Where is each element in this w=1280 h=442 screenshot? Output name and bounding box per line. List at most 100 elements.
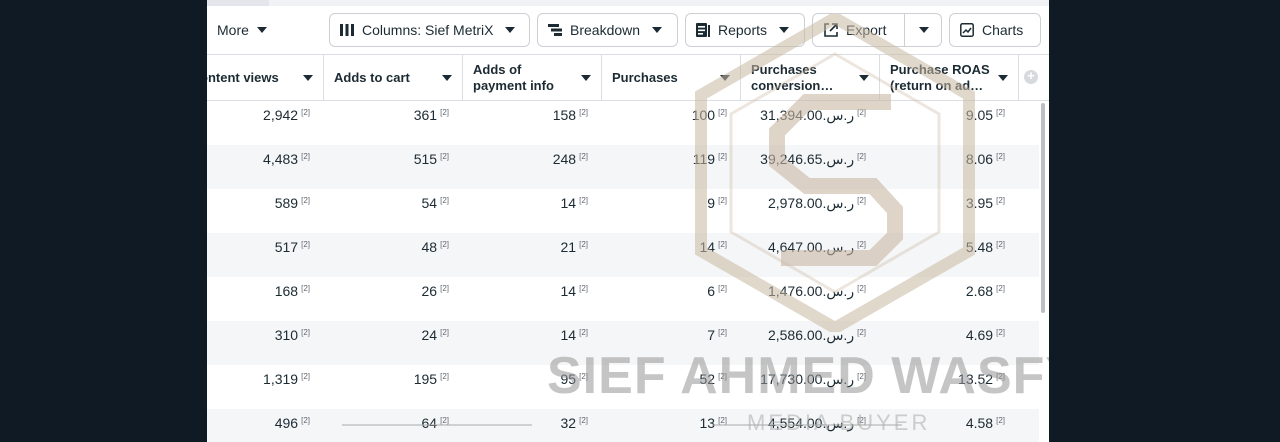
export-button[interactable]: Export <box>813 14 904 46</box>
cell-content-views: 2,942 [2] <box>207 101 324 145</box>
footnote-marker[interactable]: [2] <box>301 240 310 249</box>
footnote-marker[interactable]: [2] <box>996 328 1005 337</box>
watermark-rule-left <box>342 424 532 426</box>
footnote-marker[interactable]: [2] <box>718 108 727 117</box>
footnote-marker[interactable]: [2] <box>440 240 449 249</box>
column-header-adds-to-cart[interactable]: Adds to cart <box>324 55 463 101</box>
toolbar: More Columns: Sief MetriX Breakdown Repo… <box>207 6 1049 54</box>
table-row[interactable]: 310 [2] 24 [2] 14 [2] 7 [2] ر.س.2,586.00 [2] 4.69[… <box>207 321 1039 365</box>
cell-purchase-roas: 3.95 [2] <box>880 189 1019 233</box>
table-row[interactable]: 168 [2] 26 [2] 14 [2] 6 [2] ر.س.1,476.00 [2] 2.68[… <box>207 277 1039 321</box>
cell-purchase-roas: 13.52 [2] <box>880 365 1019 409</box>
footnote-marker[interactable]: [2] <box>301 372 310 381</box>
sort-chevron-icon <box>303 75 313 81</box>
footnote-marker[interactable]: [2] <box>301 196 310 205</box>
footnote-marker[interactable]: [2] <box>301 108 310 117</box>
cell-purchase-roas: 4.69 [2] <box>880 321 1019 365</box>
footnote-marker[interactable]: [2] <box>579 328 588 337</box>
footnote-marker[interactable]: [2] <box>857 240 866 249</box>
footnote-marker[interactable]: [2] <box>579 372 588 381</box>
footnote-marker[interactable]: [2] <box>857 372 866 381</box>
cell-value: 52 <box>699 371 716 387</box>
footnote-marker[interactable]: [2] <box>718 240 727 249</box>
footnote-marker[interactable]: [2] <box>718 152 727 161</box>
footnote-marker[interactable]: [2] <box>579 196 588 205</box>
footnote-marker[interactable]: [2] <box>996 196 1005 205</box>
cell-adds-to-cart: 195 [2] <box>324 365 463 409</box>
footnote-marker[interactable]: [2] <box>718 328 727 337</box>
export-options-button[interactable] <box>905 14 942 46</box>
column-header-content-views[interactable]: ontent views <box>207 55 324 101</box>
chevron-down-icon <box>256 27 267 33</box>
table-row[interactable]: 517 [2] 48 [2] 21 [2] 14 [2] ر.س.4,647.00 [2] 5.48… <box>207 233 1039 277</box>
footnote-marker[interactable]: [2] <box>301 328 310 337</box>
footnote-marker[interactable]: [2] <box>440 284 449 293</box>
cell-value: 64 <box>421 415 438 431</box>
footnote-marker[interactable]: [2] <box>996 372 1005 381</box>
breakdown-button[interactable]: Breakdown <box>537 13 678 47</box>
footnote-marker[interactable]: [2] <box>440 108 449 117</box>
sort-chevron-icon <box>720 75 730 81</box>
footnote-marker[interactable]: [2] <box>996 152 1005 161</box>
columns-button[interactable]: Columns: Sief MetriX <box>329 13 530 47</box>
table-row[interactable]: 4,483 [2] 515 [2] 248 [2] 119 [2] ر.س.39,246.65[… <box>207 145 1039 189</box>
cell-value: 2,942 <box>263 107 299 123</box>
footnote-marker[interactable]: [2] <box>996 108 1005 117</box>
footnote-marker[interactable]: [2] <box>579 284 588 293</box>
column-header-purchase-roas[interactable]: Purchase ROAS (return on ad… <box>880 55 1019 101</box>
cell-adds-payment-info: 14 [2] <box>463 321 602 365</box>
footnote-marker[interactable]: [2] <box>718 372 727 381</box>
footnote-marker[interactable]: [2] <box>440 328 449 337</box>
footnote-marker[interactable]: [2] <box>857 328 866 337</box>
footnote-marker[interactable]: [2] <box>996 240 1005 249</box>
cell-purchases: 7 [2] <box>602 321 741 365</box>
footnote-marker[interactable]: [2] <box>718 196 727 205</box>
footnote-marker[interactable]: [2] <box>579 240 588 249</box>
footnote-marker[interactable]: [2] <box>440 372 449 381</box>
column-header-adds-payment-info[interactable]: Adds of payment info <box>463 55 602 101</box>
footnote-marker[interactable]: [2] <box>857 196 866 205</box>
cell-value: 95 <box>560 371 577 387</box>
footnote-marker[interactable]: [2] <box>301 152 310 161</box>
footnote-marker[interactable]: [2] <box>301 284 310 293</box>
cell-purchases-conversion: ر.س.1,476.00 [2] <box>741 277 880 321</box>
footnote-marker[interactable]: [2] <box>301 416 310 425</box>
reports-button[interactable]: Reports <box>685 13 805 47</box>
vertical-scrollbar[interactable] <box>1041 103 1045 313</box>
column-header-purchases[interactable]: Purchases <box>602 55 741 101</box>
cell-value: 48 <box>421 239 438 255</box>
export-split-button: Export <box>812 13 942 47</box>
cell-value: 2.68 <box>965 283 994 299</box>
cell-adds-payment-info: 21 [2] <box>463 233 602 277</box>
ads-manager-panel: More Columns: Sief MetriX Breakdown Repo… <box>207 0 1049 442</box>
footnote-marker[interactable]: [2] <box>857 152 866 161</box>
footnote-marker[interactable]: [2] <box>718 284 727 293</box>
table-row[interactable]: 2,942 [2] 361 [2] 158 [2] 100 [2] ر.س.31,394.00[… <box>207 101 1039 145</box>
cell-adds-to-cart: 361 [2] <box>324 101 463 145</box>
footnote-marker[interactable]: [2] <box>579 108 588 117</box>
footnote-marker[interactable]: [2] <box>857 108 866 117</box>
add-column-icon[interactable] <box>1024 68 1038 84</box>
footnote-marker[interactable]: [2] <box>440 196 449 205</box>
table-row[interactable]: 589 [2] 54 [2] 14 [2] 9 [2] ر.س.2,978.00 [2] 3.95[… <box>207 189 1039 233</box>
charts-button[interactable]: Charts <box>949 13 1041 47</box>
cell-value: 361 <box>413 107 438 123</box>
cell-adds-payment-info: 158 [2] <box>463 101 602 145</box>
cell-purchases: 6 [2] <box>602 277 741 321</box>
chart-icon <box>960 23 974 37</box>
cell-adds-payment-info: 14 [2] <box>463 277 602 321</box>
table-row[interactable]: 496 [2] 64 [2] 32 [2] 13 [2] ر.س.4,554.00 [2] 4.58… <box>207 409 1039 442</box>
cell-adds-payment-info: 14 [2] <box>463 189 602 233</box>
column-header-purchases-conversion[interactable]: Purchases conversion… <box>741 55 880 101</box>
footnote-marker[interactable]: [2] <box>440 152 449 161</box>
footnote-marker[interactable]: [2] <box>857 284 866 293</box>
footnote-marker[interactable]: [2] <box>579 416 588 425</box>
cell-value: 9 <box>707 195 716 211</box>
sort-chevron-icon <box>859 75 869 81</box>
more-dropdown[interactable]: More <box>217 19 267 41</box>
footnote-marker[interactable]: [2] <box>996 416 1005 425</box>
cell-value: 158 <box>552 107 577 123</box>
footnote-marker[interactable]: [2] <box>996 284 1005 293</box>
footnote-marker[interactable]: [2] <box>579 152 588 161</box>
table-row[interactable]: 1,319 [2] 195 [2] 95 [2] 52 [2] ر.س.17,730.00 [2]… <box>207 365 1039 409</box>
